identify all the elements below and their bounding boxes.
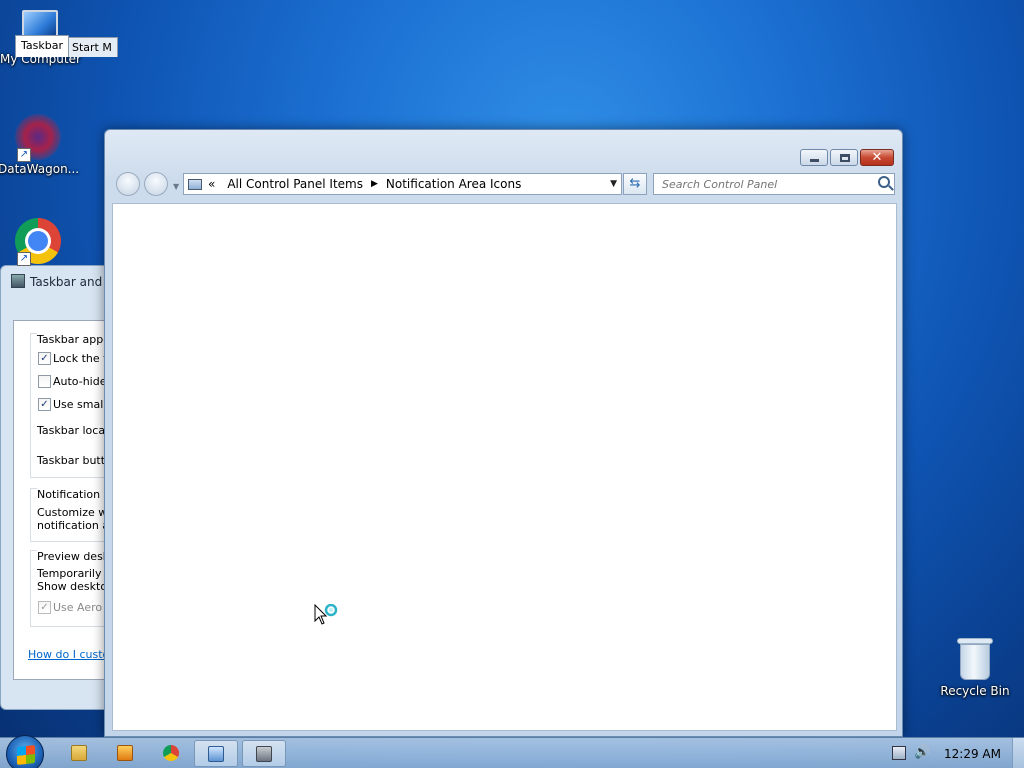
address-dropdown-icon[interactable]: ▼: [610, 179, 617, 189]
taskbar: 🔊 12:29 AM: [0, 735, 1024, 768]
desktop-icon-recycle-bin[interactable]: Recycle Bin: [935, 636, 1015, 698]
address-bar[interactable]: « All Control Panel Items ▶ Notification…: [183, 173, 622, 195]
breadcrumb-arrow-icon[interactable]: ▶: [371, 179, 378, 189]
shortcut-arrow-icon: ↗: [17, 252, 31, 266]
lock-taskbar-checkbox[interactable]: ✓: [38, 352, 51, 365]
refresh-button[interactable]: ⇆: [623, 173, 647, 195]
tab-taskbar[interactable]: Taskbar: [15, 35, 69, 57]
control-panel-window: ✕ ▼ « All Control Panel Items ▶ Notifica…: [104, 129, 903, 737]
forward-button[interactable]: [144, 172, 168, 196]
breadcrumb-all-control-panel-items[interactable]: All Control Panel Items: [227, 177, 363, 191]
explorer-icon: [71, 745, 87, 761]
taskbar-location-label: Taskbar locati: [37, 424, 113, 437]
close-icon: ✕: [871, 150, 883, 165]
desktop-icon-label: DataWagon...: [0, 162, 80, 176]
chrome-icon: ↗: [15, 218, 61, 266]
busy-cursor-icon: [314, 604, 338, 625]
start-button[interactable]: [6, 735, 44, 768]
help-link[interactable]: How do I custon: [28, 648, 116, 661]
content-area: [112, 203, 897, 731]
windows-logo-icon: [17, 745, 35, 765]
notification-text: notification ar: [37, 519, 114, 532]
taskbar-properties-icon: [256, 746, 272, 762]
taskbar-explorer-button[interactable]: [58, 740, 102, 767]
desktop-icon-datawagon[interactable]: ↗ DataWagon...: [0, 114, 80, 176]
media-player-icon: [117, 745, 133, 761]
checkbox-label: Auto-hide: [53, 375, 107, 388]
search-icon[interactable]: [878, 176, 890, 188]
show-desktop-button[interactable]: [1012, 738, 1024, 768]
notification-text: Customize wh: [37, 506, 115, 519]
desktop-icon-label: Recycle Bin: [940, 684, 1010, 698]
search-box[interactable]: [653, 173, 895, 195]
back-button[interactable]: [116, 172, 140, 196]
maximize-icon: [840, 154, 850, 162]
breadcrumb-overflow[interactable]: «: [208, 177, 215, 191]
control-panel-icon: [208, 746, 224, 762]
group-title: Preview deskt: [37, 550, 114, 563]
chrome-icon: [163, 745, 179, 761]
auto-hide-checkbox[interactable]: [38, 375, 51, 388]
control-panel-icon: [188, 178, 202, 190]
shortcut-arrow-icon: ↗: [17, 148, 31, 162]
window-controls: ✕: [798, 149, 894, 166]
breadcrumb-notification-area-icons[interactable]: Notification Area Icons: [386, 177, 521, 191]
recycle-bin-icon: [957, 636, 993, 682]
volume-icon[interactable]: 🔊: [914, 746, 930, 760]
taskbar-chrome-button[interactable]: [150, 740, 194, 767]
aero-peek-checkbox[interactable]: ✓: [38, 601, 51, 614]
taskbar-properties-button[interactable]: [242, 740, 286, 767]
minimize-button[interactable]: [800, 149, 828, 166]
datawagon-icon: ↗: [15, 114, 61, 162]
close-button[interactable]: ✕: [860, 149, 894, 166]
recent-pages-dropdown-icon[interactable]: ▼: [173, 182, 179, 191]
clock[interactable]: 12:29 AM: [944, 747, 1001, 761]
taskbar-control-panel-button[interactable]: [194, 740, 238, 767]
taskbar-media-player-button[interactable]: [104, 740, 148, 767]
preview-text: Show desktop: [37, 580, 115, 593]
maximize-button[interactable]: [830, 149, 858, 166]
search-input[interactable]: [662, 178, 862, 191]
network-icon[interactable]: [892, 746, 906, 760]
small-icons-checkbox[interactable]: ✓: [38, 398, 51, 411]
preview-text: Temporarily vi: [37, 567, 115, 580]
taskbar-buttons-label: Taskbar butto: [37, 454, 112, 467]
tab-start-menu[interactable]: Start M: [66, 37, 118, 57]
dialog-title: Taskbar and S: [11, 274, 109, 289]
taskbar-properties-icon: [11, 274, 25, 288]
refresh-icon: ⇆: [629, 176, 641, 191]
desktop-icon-chrome[interactable]: ↗: [0, 218, 78, 266]
minimize-icon: [810, 159, 819, 162]
